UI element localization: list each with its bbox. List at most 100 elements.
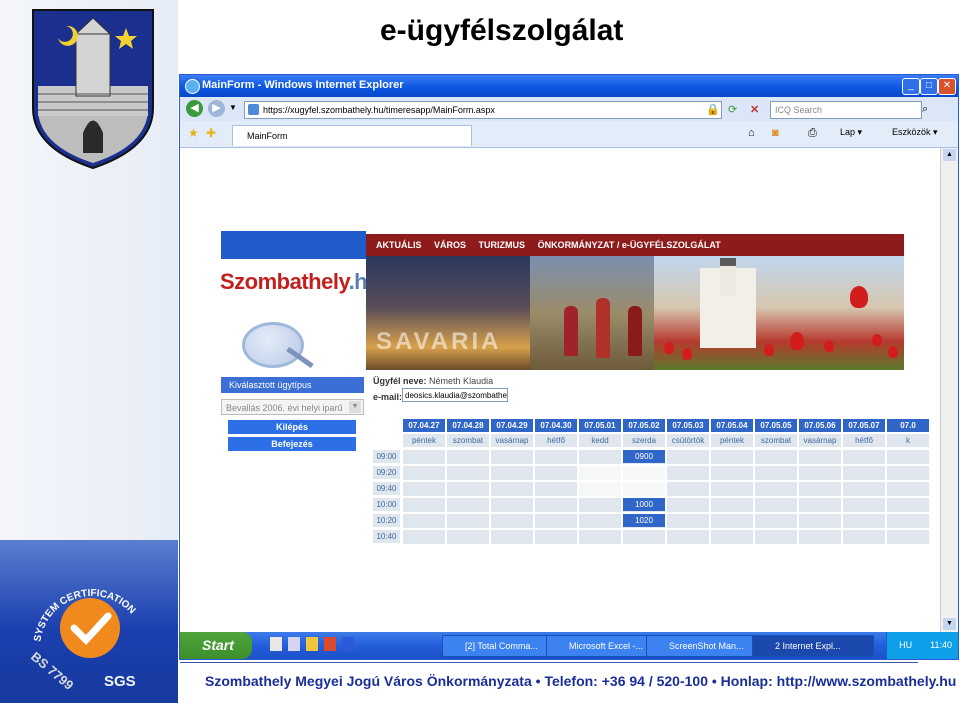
schedule-slot-cell[interactable] (843, 482, 885, 496)
schedule-slot-cell[interactable] (843, 466, 885, 480)
schedule-slot-cell[interactable] (491, 450, 533, 464)
schedule-slot-cell[interactable] (623, 530, 665, 544)
schedule-slot-cell[interactable] (755, 450, 797, 464)
tools-menu[interactable]: Eszközök ▾ (892, 127, 938, 138)
schedule-available-slot[interactable]: 1020 (623, 514, 665, 527)
schedule-slot-cell[interactable] (535, 466, 577, 480)
schedule-slot-cell[interactable] (711, 450, 753, 464)
quick-launch-icon[interactable] (288, 637, 300, 651)
schedule-slot-cell[interactable] (799, 498, 841, 512)
schedule-available-slot[interactable]: 0900 (623, 450, 665, 463)
vertical-scrollbar[interactable]: ▲ ▼ (940, 148, 958, 632)
schedule-slot-cell[interactable] (403, 482, 445, 496)
schedule-slot-cell[interactable] (711, 498, 753, 512)
schedule-slot-cell[interactable] (535, 514, 577, 528)
schedule-slot-cell[interactable] (535, 450, 577, 464)
finish-button[interactable]: Befejezés (228, 437, 356, 451)
schedule-slot-cell[interactable] (667, 514, 709, 528)
schedule-slot-cell[interactable] (711, 482, 753, 496)
schedule-slot-cell[interactable] (403, 466, 445, 480)
schedule-slot-cell[interactable] (403, 450, 445, 464)
schedule-slot-cell[interactable] (799, 530, 841, 544)
schedule-slot-cell[interactable] (491, 498, 533, 512)
site-logo[interactable]: Szombathely.hu (220, 269, 381, 295)
schedule-slot-cell[interactable] (887, 530, 929, 544)
schedule-slot-cell[interactable] (403, 514, 445, 528)
schedule-slot-cell[interactable] (447, 450, 489, 464)
schedule-slot-cell[interactable] (447, 466, 489, 480)
schedule-slot-cell[interactable] (755, 530, 797, 544)
schedule-slot-cell[interactable] (799, 450, 841, 464)
nav-onkormanyzat[interactable]: ÖNKORMÁNYZAT / e-ÜGYFÉLSZOLGÁLAT (538, 240, 721, 250)
schedule-slot-cell[interactable] (799, 514, 841, 528)
task-total-commander[interactable]: [2] Total Comma... (442, 635, 560, 657)
nav-turizmus[interactable]: TURIZMUS (479, 240, 526, 250)
schedule-slot-cell[interactable] (755, 498, 797, 512)
stop-icon[interactable]: ✕ (750, 103, 759, 116)
schedule-slot-cell[interactable] (887, 466, 929, 480)
quick-launch-icon[interactable] (306, 637, 318, 651)
schedule-available-slot[interactable]: 1000 (623, 498, 665, 511)
home-icon[interactable]: ⌂ (748, 127, 755, 139)
search-input[interactable]: ICQ Search (770, 101, 922, 119)
quick-launch-icon[interactable] (324, 637, 336, 651)
schedule-slot-cell[interactable] (667, 530, 709, 544)
history-dropdown-icon[interactable]: ▼ (229, 103, 237, 112)
quick-launch-icon[interactable] (270, 637, 282, 651)
schedule-slot-cell[interactable] (623, 466, 665, 480)
schedule-slot-cell[interactable] (887, 514, 929, 528)
schedule-slot-cell[interactable] (711, 466, 753, 480)
schedule-slot-cell[interactable] (843, 450, 885, 464)
schedule-slot-cell[interactable] (799, 466, 841, 480)
favorites-star-icon[interactable]: ★ (188, 126, 199, 140)
schedule-slot-cell[interactable] (667, 450, 709, 464)
maximize-icon[interactable]: □ (920, 78, 938, 95)
schedule-slot-cell[interactable] (887, 498, 929, 512)
back-icon[interactable]: ◀ (186, 100, 203, 117)
schedule-slot-cell[interactable] (579, 450, 621, 464)
search-icon[interactable]: ⌕ (922, 103, 928, 116)
schedule-slot-cell[interactable] (491, 514, 533, 528)
quick-launch-icon[interactable] (342, 637, 354, 651)
schedule-slot-cell[interactable] (579, 530, 621, 544)
schedule-slot-cell[interactable] (491, 482, 533, 496)
refresh-icon[interactable]: ⟳ (728, 103, 737, 116)
schedule-slot-cell[interactable] (535, 482, 577, 496)
schedule-slot-cell[interactable] (843, 530, 885, 544)
schedule-slot-cell[interactable] (623, 482, 665, 496)
email-field[interactable]: deosics.klaudia@szombathely (402, 388, 508, 402)
task-excel[interactable]: Microsoft Excel -... (546, 635, 660, 657)
tab-mainform[interactable]: MainForm (232, 125, 472, 146)
schedule-slot-cell[interactable] (711, 530, 753, 544)
forward-icon[interactable]: ▶ (208, 100, 225, 117)
schedule-slot-cell[interactable] (755, 514, 797, 528)
schedule-slot-cell[interactable] (755, 466, 797, 480)
schedule-slot-cell[interactable] (579, 466, 621, 480)
schedule-slot-cell[interactable] (403, 498, 445, 512)
nav-varos[interactable]: VÁROS (434, 240, 466, 250)
schedule-slot-cell[interactable] (403, 530, 445, 544)
schedule-slot-cell[interactable] (579, 482, 621, 496)
page-menu[interactable]: Lap ▾ (840, 127, 862, 138)
schedule-slot-cell[interactable] (887, 450, 929, 464)
schedule-slot-cell[interactable] (799, 482, 841, 496)
scroll-up-icon[interactable]: ▲ (943, 149, 956, 161)
case-type-select[interactable]: Bevallás 2006. évi helyi iparű ▼ (221, 399, 364, 415)
start-button[interactable]: Start (180, 632, 252, 659)
schedule-slot-cell[interactable] (447, 482, 489, 496)
add-favorites-icon[interactable]: ✚ (206, 126, 216, 140)
task-internet-explorer[interactable]: 2 Internet Expl... (752, 635, 874, 657)
schedule-slot-cell[interactable] (447, 530, 489, 544)
schedule-slot-cell[interactable] (491, 466, 533, 480)
task-screenshot[interactable]: ScreenShot Man... (646, 635, 766, 657)
schedule-slot-cell[interactable] (447, 498, 489, 512)
language-indicator[interactable]: HU (899, 640, 912, 650)
schedule-slot-cell[interactable] (491, 530, 533, 544)
scroll-down-icon[interactable]: ▼ (943, 618, 956, 630)
schedule-slot-cell[interactable] (579, 498, 621, 512)
schedule-slot-cell[interactable] (535, 498, 577, 512)
print-icon[interactable]: ⎙ (808, 127, 817, 140)
schedule-slot-cell[interactable] (711, 514, 753, 528)
minimize-icon[interactable]: _ (902, 78, 920, 95)
url-input[interactable]: https://xugyfel.szombathely.hu/timeresap… (244, 101, 722, 119)
